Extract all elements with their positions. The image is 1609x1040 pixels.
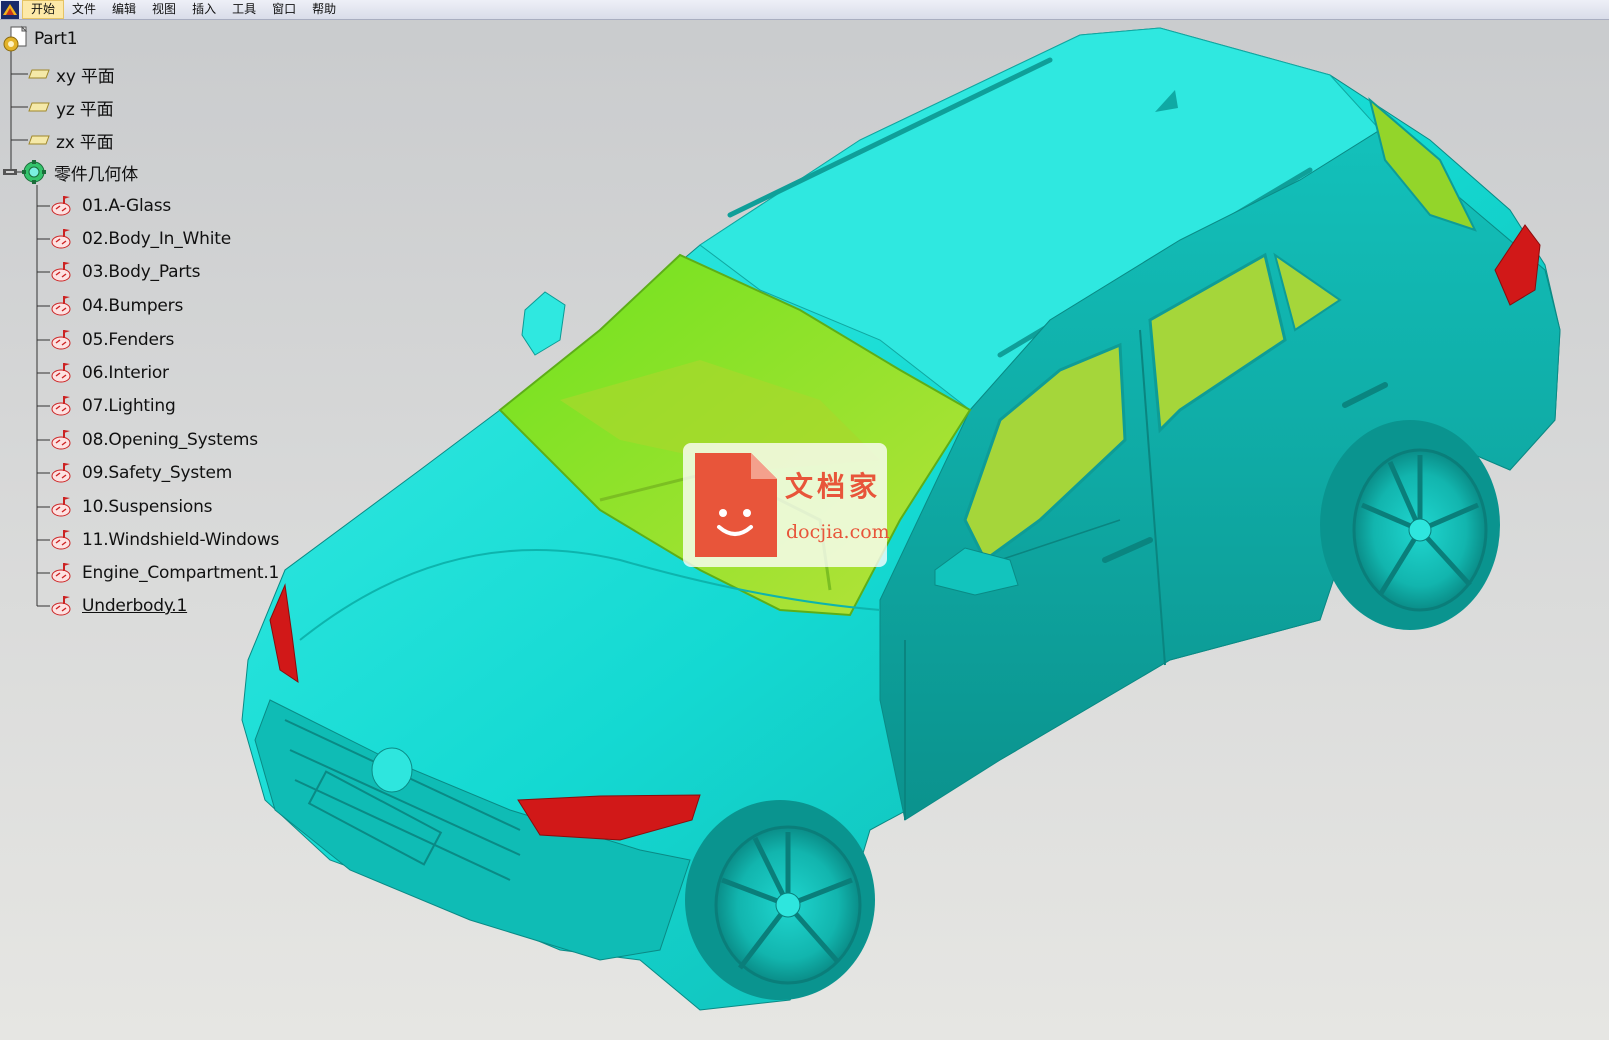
geometrical-set-icon (51, 262, 71, 282)
plane-icon (28, 69, 50, 79)
tree-node-body[interactable]: 02.Body_In_White (50, 225, 231, 253)
geometrical-set-icon (51, 530, 71, 550)
menu-tools[interactable]: 工具 (224, 0, 264, 19)
tree-node-body[interactable]: 10.Suspensions (50, 493, 212, 521)
tree-label-body: 03.Body_Parts (82, 262, 201, 282)
tree-label-body: 07.Lighting (82, 396, 176, 416)
geometrical-set-icon (51, 497, 71, 517)
tree-label-zx-plane: zx 平面 (56, 132, 114, 153)
geometrical-set-icon (51, 296, 71, 316)
tree-label-body: 01.A-Glass (82, 196, 172, 216)
geometrical-set-icon (51, 229, 71, 249)
part-icon (3, 25, 28, 52)
geometrical-set-icon (51, 196, 71, 216)
tree-node-body[interactable]: 04.Bumpers (50, 292, 183, 320)
menu-start[interactable]: 开始 (22, 0, 65, 19)
tree-node-xy-plane[interactable]: xy 平面 (28, 60, 115, 88)
tree-node-body-underbody[interactable]: Underbody.1 (50, 592, 187, 620)
watermark-cn-text: 文档家 (785, 470, 882, 503)
tree-node-yz-plane[interactable]: yz 平面 (28, 93, 114, 121)
tree-label-geometry-set: 零件几何体 (54, 164, 138, 185)
tree-node-body[interactable]: 01.A-Glass (50, 192, 171, 220)
watermark: 文档家 docjia.com (683, 443, 890, 567)
tree-root-label: Part1 (34, 29, 78, 49)
tree-node-geometry-set[interactable]: 零件几何体 (2, 158, 138, 186)
left-mirror (521, 291, 566, 356)
catia-logo-icon[interactable] (1, 0, 19, 19)
rear-wheel (1320, 420, 1500, 630)
geometrical-set-icon (51, 363, 71, 383)
tree-node-body[interactable]: Engine_Compartment.1 (50, 559, 279, 587)
tree-node-body[interactable]: 09.Safety_System (50, 459, 232, 487)
tree-label-body: 10.Suspensions (82, 497, 213, 517)
geometrical-set-icon (51, 396, 71, 416)
menu-file[interactable]: 文件 (64, 0, 104, 19)
geometrical-set-icon (51, 463, 71, 483)
geometrical-set-icon (51, 430, 71, 450)
tree-label-body: 06.Interior (82, 363, 169, 383)
tree-node-body[interactable]: 11.Windshield-Windows (50, 526, 279, 554)
watermark-en-text: docjia.com (786, 521, 890, 543)
menu-help[interactable]: 帮助 (304, 0, 344, 19)
tree-label-body: 11.Windshield-Windows (82, 530, 280, 550)
tree-label-xy-plane: xy 平面 (56, 66, 115, 87)
geometrical-set-icon (51, 563, 71, 583)
tree-node-zx-plane[interactable]: zx 平面 (28, 126, 114, 154)
geometrical-set-icon (51, 596, 71, 616)
tree-label-body: 02.Body_In_White (82, 229, 231, 249)
tree-label-yz-plane: yz 平面 (56, 99, 114, 120)
menu-insert[interactable]: 插入 (184, 0, 224, 19)
front-wheel (685, 800, 875, 1000)
plane-icon (28, 135, 50, 145)
tree-node-body[interactable]: 07.Lighting (50, 392, 176, 420)
tree-label-body-active: Underbody.1 (82, 596, 188, 616)
part-body-gear-icon (22, 160, 46, 184)
tree-root-part1[interactable]: Part1 (2, 25, 78, 53)
tree-label-body: 08.Opening_Systems (82, 430, 258, 450)
specification-tree: Part1 xy 平面 yz 平面 zx 平面 零件几何体 01.A-Glass… (0, 20, 330, 660)
menu-bar: 开始 文件 编辑 视图 插入 工具 窗口 帮助 (0, 0, 1609, 20)
geometrical-set-icon (51, 330, 71, 350)
tree-label-body: Engine_Compartment.1 (82, 563, 280, 583)
tree-label-body: 05.Fenders (82, 330, 175, 350)
tree-node-body[interactable]: 08.Opening_Systems (50, 426, 258, 454)
menu-edit[interactable]: 编辑 (104, 0, 144, 19)
tree-label-body: 04.Bumpers (82, 296, 184, 316)
plane-icon (28, 102, 50, 112)
menu-view[interactable]: 视图 (144, 0, 184, 19)
tree-node-body[interactable]: 05.Fenders (50, 326, 174, 354)
document-logo-icon (695, 453, 777, 557)
tree-node-body[interactable]: 06.Interior (50, 359, 169, 387)
collapse-toggle-icon[interactable] (2, 167, 22, 177)
tree-node-body[interactable]: 03.Body_Parts (50, 258, 200, 286)
tree-label-body: 09.Safety_System (82, 463, 233, 483)
menu-window[interactable]: 窗口 (264, 0, 304, 19)
front-emblem (371, 747, 413, 793)
